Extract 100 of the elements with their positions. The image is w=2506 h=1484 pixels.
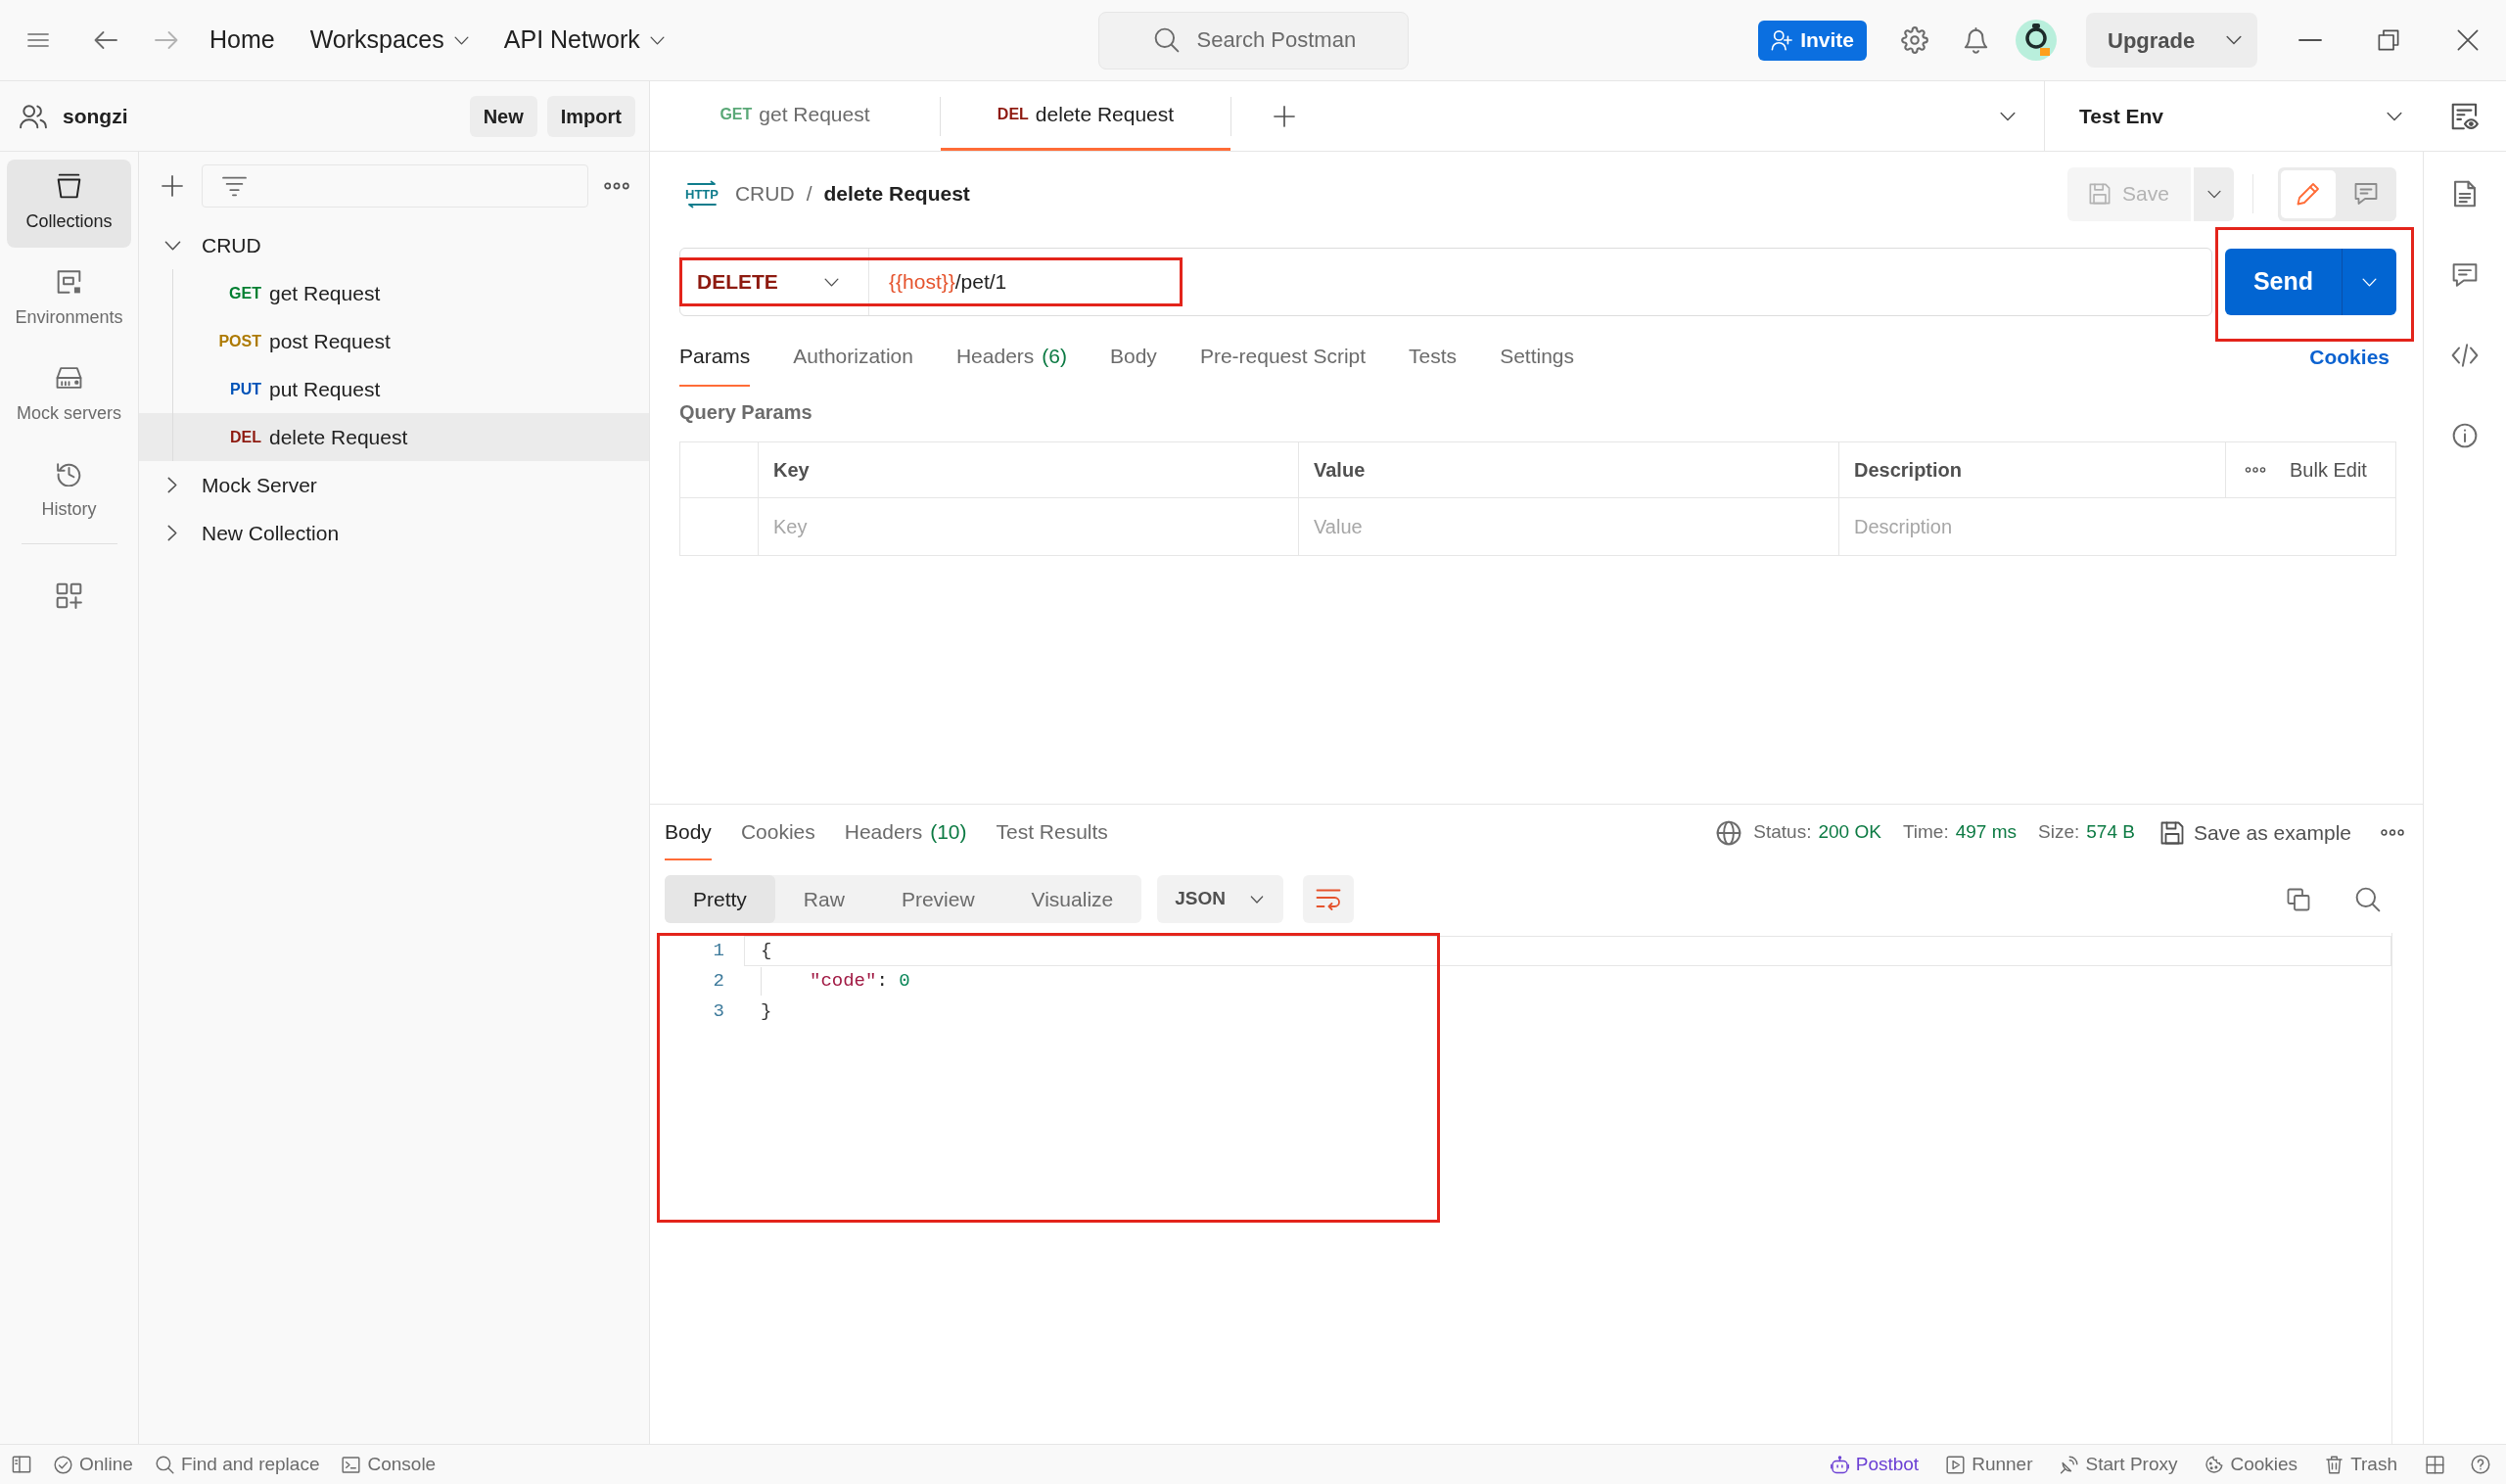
breadcrumb-link[interactable]: CRUD <box>734 178 795 209</box>
response-tab[interactable]: Headers (10) <box>844 805 967 860</box>
request-section-tab[interactable]: Settings <box>1500 328 1574 387</box>
response-tab[interactable]: Test Results <box>996 805 1108 860</box>
nav-link[interactable]: Home <box>198 17 287 64</box>
send-button[interactable]: Send <box>2225 249 2342 315</box>
chevron-right-icon <box>167 525 177 541</box>
search-icon[interactable] <box>2355 886 2381 912</box>
method-label: DEL <box>997 105 1029 124</box>
info-icon[interactable] <box>2452 423 2478 448</box>
bell-icon[interactable] <box>1964 26 1988 54</box>
collection-item[interactable]: Mock Server <box>139 461 649 509</box>
status-bar-item[interactable]: Cookies <box>2204 1450 2298 1479</box>
view-tab[interactable]: Raw <box>774 875 873 923</box>
code-icon[interactable] <box>2451 343 2479 368</box>
more-icon[interactable] <box>2381 829 2404 836</box>
status-bar-item[interactable]: Trash <box>2325 1450 2397 1479</box>
minimize-icon[interactable] <box>2298 38 2322 42</box>
cookie-icon <box>2204 1455 2224 1474</box>
request-section-tab[interactable]: Tests <box>1409 328 1458 387</box>
filter-icon <box>222 175 247 197</box>
toolbar-button[interactable]: Import <box>546 95 635 137</box>
format-dropdown[interactable]: JSON <box>1157 875 1284 923</box>
request-item[interactable]: PUT put Request <box>139 365 649 413</box>
url-field[interactable]: {{host}}/pet/1 <box>869 249 2211 315</box>
request-item[interactable]: DEL delete Request <box>139 413 649 461</box>
status-bar-item[interactable]: Postbot <box>1830 1450 1920 1479</box>
settings-icon[interactable] <box>1901 26 1928 54</box>
status-bar-item[interactable]: Find and replace <box>155 1450 320 1479</box>
globe-icon[interactable] <box>1716 819 1742 846</box>
cookies-link[interactable]: Cookies <box>2309 342 2390 373</box>
response-tab[interactable]: Body <box>665 805 712 860</box>
nav-dropdown[interactable]: API Network <box>491 17 676 64</box>
sidebar-tab[interactable]: Collections <box>7 160 131 248</box>
status-bar-item[interactable]: Start Proxy <box>2060 1450 2178 1479</box>
view-tab[interactable]: Preview <box>872 875 1003 923</box>
people-icon <box>20 103 47 129</box>
layout-grid-icon[interactable] <box>2426 1455 2444 1474</box>
toolbar-button[interactable]: New <box>469 95 537 137</box>
close-icon[interactable] <box>2457 29 2479 51</box>
param-field[interactable]: Value <box>1299 498 1838 555</box>
request-tab[interactable]: DEL delete Request <box>941 81 1230 151</box>
breadcrumb-separator: / <box>806 181 812 208</box>
grid-plus-icon[interactable] <box>56 582 82 609</box>
status-bar-item[interactable]: Console <box>342 1450 437 1479</box>
sidebar-tab[interactable]: History <box>7 447 131 535</box>
request-section-tab[interactable]: Body <box>1110 328 1157 387</box>
section-title: Query Params <box>679 400 812 425</box>
search-field[interactable]: Search Postman <box>1097 11 1409 70</box>
tab-count: (10) <box>930 818 967 845</box>
request-section-tab[interactable]: Headers (6) <box>955 328 1067 387</box>
more-icon[interactable] <box>604 182 629 190</box>
param-field[interactable]: Description <box>1839 498 2395 555</box>
more-icon[interactable] <box>2245 467 2266 473</box>
sidebar-tab[interactable]: Environments <box>7 255 131 344</box>
document-icon[interactable] <box>2453 180 2477 208</box>
server-icon <box>56 364 82 391</box>
wrap-toggle[interactable] <box>1303 875 1355 923</box>
sidebar-toggle-icon[interactable] <box>12 1456 31 1473</box>
view-tab[interactable]: Pretty <box>665 875 775 923</box>
request-section-tab[interactable]: Pre-request Script <box>1199 328 1367 387</box>
view-tab[interactable]: Visualize <box>1002 875 1142 923</box>
sidebar-tab[interactable]: Mock servers <box>7 351 131 440</box>
invite-button[interactable]: Invite <box>1758 20 1867 61</box>
meta-value: 200 OK <box>1818 820 1881 845</box>
status-bar-item[interactable]: Runner <box>1946 1450 2033 1479</box>
comment-icon[interactable] <box>2452 262 2478 288</box>
collection-item[interactable]: New Collection <box>139 509 649 557</box>
chevron-down-icon[interactable] <box>2000 111 2016 121</box>
upgrade-button[interactable]: Upgrade <box>2086 13 2257 68</box>
plus-icon[interactable] <box>162 175 183 197</box>
filter-field[interactable] <box>202 164 588 208</box>
collection-item[interactable]: CRUD <box>139 221 649 269</box>
bulk-edit-link[interactable]: Bulk Edit <box>2290 455 2367 485</box>
method-label: PUT <box>229 379 261 399</box>
copy-icon[interactable] <box>2287 887 2310 911</box>
request-item[interactable]: POST post Request <box>139 317 649 365</box>
new-tab-plus-icon[interactable] <box>1274 105 1295 127</box>
restore-icon[interactable] <box>2378 29 2399 51</box>
tab-count: (6) <box>1042 344 1067 370</box>
meta-value: 574 B <box>2086 820 2135 845</box>
satellite-icon <box>2060 1455 2079 1474</box>
request-section-tab[interactable]: Params <box>679 328 751 387</box>
nav-dropdown[interactable]: Workspaces <box>298 17 481 64</box>
menu-icon[interactable] <box>27 32 49 48</box>
request-section-tab[interactable]: Authorization <box>793 328 913 387</box>
status-bar-item[interactable]: Online <box>54 1450 133 1479</box>
param-field[interactable]: Key <box>759 498 1298 555</box>
mode-button[interactable] <box>2281 169 2336 218</box>
right-arrow-icon <box>686 179 717 186</box>
save-example-button[interactable]: Save as example <box>2159 816 2351 849</box>
method-dropdown[interactable]: DELETE <box>680 249 869 315</box>
environment-selector[interactable]: Test Env <box>2045 81 2423 151</box>
request-item[interactable]: GET get Request <box>139 269 649 317</box>
help-icon[interactable] <box>2471 1455 2490 1474</box>
list-eye-icon[interactable] <box>2450 102 2479 130</box>
avatar-icon[interactable] <box>2016 20 2057 61</box>
request-tab[interactable]: GET get Request <box>650 81 940 151</box>
back-arrow-icon[interactable] <box>94 30 117 50</box>
response-tab[interactable]: Cookies <box>740 805 815 860</box>
